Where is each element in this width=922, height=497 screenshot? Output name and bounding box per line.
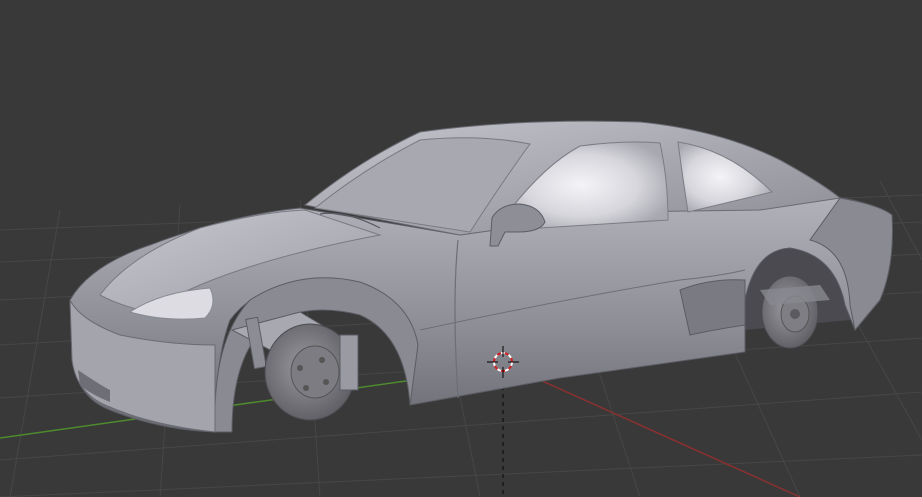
scene-canvas[interactable] xyxy=(0,0,922,497)
x-axis-line xyxy=(539,379,801,497)
side-intake xyxy=(679,279,746,336)
3d-viewport[interactable] xyxy=(0,0,922,497)
front-wheel xyxy=(230,311,359,421)
car-body-mesh[interactable] xyxy=(69,120,893,433)
